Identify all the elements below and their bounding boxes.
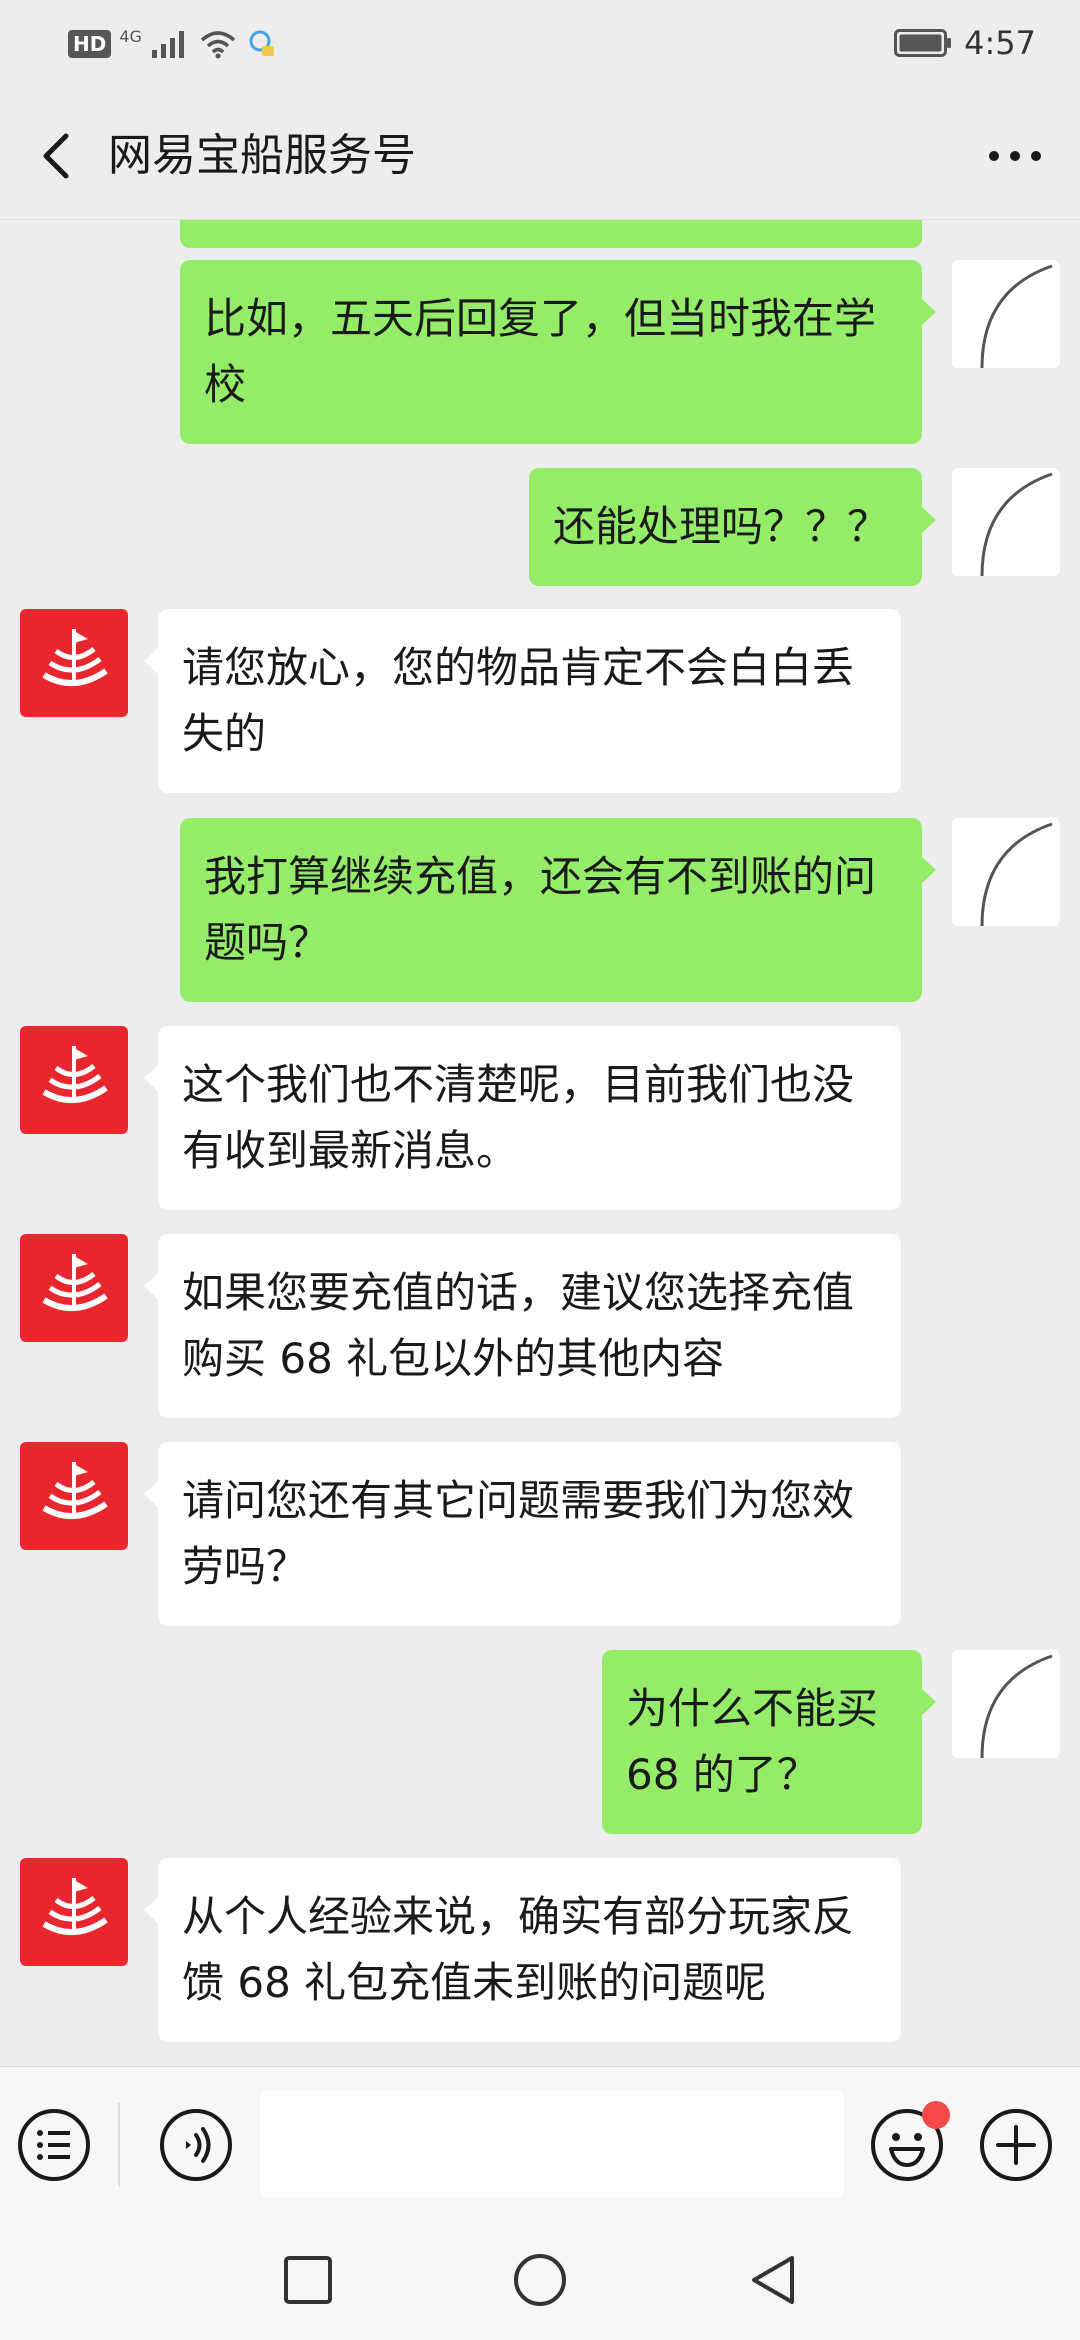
ship-logo-icon: [42, 1254, 108, 1312]
status-right: 4:57: [894, 24, 1036, 62]
input-divider: [118, 2103, 120, 2187]
service-avatar[interactable]: [20, 1858, 128, 1966]
user-avatar-image: [980, 264, 1053, 368]
notification-dot: [922, 2101, 950, 2129]
user-avatar-image: [980, 822, 1053, 926]
status-left: HD 4G: [68, 26, 278, 60]
service-message-bubble[interactable]: 请问您还有其它问题需要我们为您效劳吗？: [144, 1442, 901, 1626]
clock-time: 4:57: [964, 24, 1036, 62]
ship-logo-icon: [42, 1878, 108, 1936]
previous-message-bubble: [180, 220, 922, 248]
my-message-bubble[interactable]: 比如，五天后回复了，但当时我在学校: [180, 260, 936, 444]
service-message-bubble[interactable]: 这个我们也不清楚呢，目前我们也没有收到最新消息。: [144, 1026, 901, 1210]
voice-icon[interactable]: [158, 2107, 234, 2183]
service-message-bubble[interactable]: 从个人经验来说，确实有部分玩家反馈 68 礼包充值未到账的问题呢: [144, 1858, 901, 2042]
service-avatar[interactable]: [20, 1442, 128, 1550]
home-icon[interactable]: [510, 2250, 570, 2310]
my-message-bubble[interactable]: 为什么不能买 68 的了？: [602, 1650, 936, 1834]
list-icon[interactable]: [16, 2107, 92, 2183]
signal-icon: [151, 31, 184, 58]
assistant-icon: [249, 30, 274, 56]
chat-area[interactable]: 比如，五天后回复了，但当时我在学校 还能处理吗？？？ 请您放心，您的物品肯定不会…: [0, 220, 1080, 2066]
user-avatar-image: [980, 1654, 1053, 1758]
back-icon[interactable]: [30, 128, 86, 184]
service-avatar[interactable]: [20, 1234, 128, 1342]
service-avatar[interactable]: [20, 609, 128, 717]
plus-icon[interactable]: [978, 2107, 1054, 2183]
user-avatar[interactable]: [952, 1650, 1060, 1758]
back-nav-icon[interactable]: [742, 2250, 802, 2310]
system-nav-bar: [0, 2220, 1080, 2340]
user-avatar[interactable]: [952, 260, 1060, 368]
service-message-bubble[interactable]: 如果您要充值的话，建议您选择充值购买 68 礼包以外的其他内容: [144, 1234, 901, 1418]
wifi-icon: [200, 31, 236, 59]
input-bar: [0, 2066, 1080, 2220]
status-bar: HD 4G 4:57: [0, 0, 1080, 92]
page-title: 网易宝船服务号: [108, 130, 416, 181]
message-input[interactable]: [260, 2091, 844, 2197]
my-message-bubble[interactable]: 还能处理吗？？？: [529, 468, 936, 586]
more-icon[interactable]: [980, 128, 1050, 184]
user-avatar[interactable]: [952, 468, 1060, 576]
ship-logo-icon: [42, 629, 108, 687]
ship-logo-icon: [42, 1046, 108, 1104]
battery-icon: [894, 29, 952, 57]
user-avatar[interactable]: [952, 818, 1060, 926]
service-avatar[interactable]: [20, 1026, 128, 1134]
ship-logo-icon: [42, 1462, 108, 1520]
my-message-bubble[interactable]: 我打算继续充值，还会有不到账的问题吗？: [180, 818, 936, 1002]
nav-bar: 网易宝船服务号: [0, 92, 1080, 220]
user-avatar-image: [980, 472, 1053, 576]
network-type: 4G: [119, 26, 142, 46]
service-message-bubble[interactable]: 请您放心，您的物品肯定不会白白丢失的: [144, 609, 901, 793]
recent-apps-icon[interactable]: [278, 2250, 338, 2310]
hd-badge: HD: [68, 30, 112, 58]
